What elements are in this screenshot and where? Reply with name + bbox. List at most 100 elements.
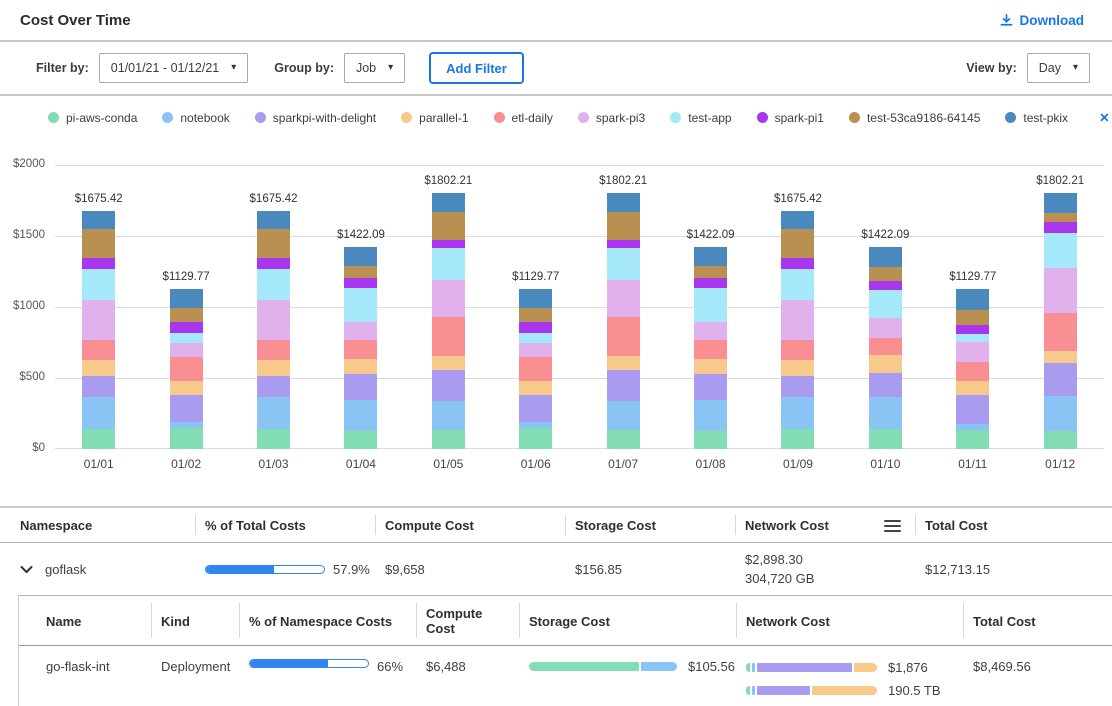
bar-segment-notebook[interactable] [607,401,640,430]
bar-segment-test-53ca9186-64145[interactable] [781,229,814,258]
bar-segment-spark-pi1[interactable] [432,240,465,248]
bar-segment-notebook[interactable] [869,397,902,429]
legend-item-pi-aws-conda[interactable]: pi-aws-conda [48,111,137,125]
bar-segment-test-app[interactable] [344,288,377,322]
bar-segment-etl-daily[interactable] [694,340,727,359]
column-menu-icon[interactable] [884,520,901,532]
bar-segment-test-53ca9186-64145[interactable] [344,266,377,278]
legend-item-test-53ca9186-64145[interactable]: test-53ca9186-64145 [849,111,980,125]
legend-item-sparkpi-with-delight[interactable]: sparkpi-with-delight [255,111,376,125]
legend-item-parallel-1[interactable]: parallel-1 [401,111,468,125]
bar-segment-spark-pi1[interactable] [607,240,640,248]
bar-segment-test-53ca9186-64145[interactable] [869,267,902,281]
bar-segment-parallel-1[interactable] [607,356,640,370]
legend-item-test-pkix[interactable]: test-pkix [1005,111,1068,125]
bar-segment-test-pkix[interactable] [519,289,552,309]
bar-segment-test-app[interactable] [956,334,989,341]
bar-segment-etl-daily[interactable] [82,340,115,360]
bar-segment-etl-daily[interactable] [432,317,465,355]
bar-segment-pi-aws-conda[interactable] [170,428,203,449]
bar-segment-test-pkix[interactable] [344,247,377,266]
table-row-go-flask-int[interactable]: go-flask-int Deployment 66% $6,488 $105.… [19,646,1112,706]
bar-segment-pi-aws-conda[interactable] [956,430,989,449]
bar-segment-sparkpi-with-delight[interactable] [82,376,115,397]
bar-segment-test-pkix[interactable] [956,289,989,311]
bar-segment-spark-pi1[interactable] [82,258,115,269]
bar-segment-spark-pi1[interactable] [344,278,377,288]
bar-segment-pi-aws-conda[interactable] [869,429,902,449]
bar-segment-spark-pi3[interactable] [1044,268,1077,313]
bar-segment-etl-daily[interactable] [607,317,640,355]
legend-item-test-app[interactable]: test-app [670,111,731,125]
bar-segment-pi-aws-conda[interactable] [694,431,727,449]
bar-segment-parallel-1[interactable] [432,356,465,370]
bar-segment-parallel-1[interactable] [956,381,989,395]
bar-segment-etl-daily[interactable] [869,338,902,354]
bar-segment-test-pkix[interactable] [170,289,203,309]
bar-segment-spark-pi3[interactable] [781,300,814,340]
bar-segment-parallel-1[interactable] [781,360,814,376]
bar-segment-spark-pi3[interactable] [432,280,465,317]
bar-segment-notebook[interactable] [694,400,727,430]
expand-chevron-icon[interactable] [20,565,33,574]
bar-segment-sparkpi-with-delight[interactable] [257,376,290,397]
date-range-select[interactable]: 01/01/21 - 01/12/21 ▾ [99,53,248,83]
legend-item-spark-pi3[interactable]: spark-pi3 [578,111,645,125]
bar-segment-pi-aws-conda[interactable] [344,431,377,449]
bar-segment-etl-daily[interactable] [344,340,377,359]
bar-segment-parallel-1[interactable] [519,381,552,395]
bar-segment-test-app[interactable] [432,248,465,280]
bar-segment-test-app[interactable] [869,290,902,318]
bar-01/07[interactable]: $1802.21 [607,193,640,449]
bar-segment-parallel-1[interactable] [82,360,115,376]
bar-segment-spark-pi1[interactable] [257,258,290,269]
bar-segment-test-pkix[interactable] [82,211,115,229]
bar-segment-spark-pi1[interactable] [781,258,814,269]
bar-segment-parallel-1[interactable] [1044,351,1077,363]
add-filter-button[interactable]: Add Filter [429,52,524,84]
bar-segment-sparkpi-with-delight[interactable] [781,376,814,397]
bar-01/01[interactable]: $1675.42 [82,211,115,449]
bar-01/06[interactable]: $1129.77 [519,289,552,449]
bar-segment-sparkpi-with-delight[interactable] [694,374,727,401]
bar-segment-pi-aws-conda[interactable] [607,430,640,449]
bar-01/02[interactable]: $1129.77 [170,289,203,449]
bar-segment-parallel-1[interactable] [344,359,377,374]
download-button[interactable]: Download [993,12,1091,29]
bar-segment-sparkpi-with-delight[interactable] [1044,363,1077,395]
bar-01/10[interactable]: $1422.09 [869,247,902,449]
bar-segment-pi-aws-conda[interactable] [781,429,814,449]
bar-segment-parallel-1[interactable] [257,360,290,376]
bar-segment-spark-pi3[interactable] [607,280,640,317]
bar-segment-test-app[interactable] [257,269,290,300]
bar-segment-test-53ca9186-64145[interactable] [694,266,727,278]
legend-item-etl-daily[interactable]: etl-daily [494,111,553,125]
legend-item-notebook[interactable]: notebook [162,111,229,125]
bar-segment-spark-pi3[interactable] [519,343,552,356]
bar-segment-sparkpi-with-delight[interactable] [344,374,377,401]
bar-segment-etl-daily[interactable] [257,340,290,360]
bar-segment-test-53ca9186-64145[interactable] [607,212,640,240]
bar-segment-parallel-1[interactable] [869,355,902,374]
bar-segment-test-pkix[interactable] [607,193,640,212]
bar-segment-spark-pi1[interactable] [869,281,902,290]
bar-segment-sparkpi-with-delight[interactable] [432,370,465,402]
bar-segment-pi-aws-conda[interactable] [82,429,115,449]
bar-segment-notebook[interactable] [781,397,814,429]
bar-segment-test-53ca9186-64145[interactable] [956,310,989,325]
bar-segment-notebook[interactable] [432,401,465,430]
bar-segment-test-pkix[interactable] [257,211,290,229]
bar-segment-test-app[interactable] [781,269,814,300]
bar-segment-notebook[interactable] [344,400,377,430]
bar-01/12[interactable]: $1802.21 [1044,193,1077,449]
bar-segment-test-app[interactable] [694,288,727,322]
bar-01/05[interactable]: $1802.21 [432,193,465,449]
bar-01/03[interactable]: $1675.42 [257,211,290,449]
bar-segment-test-53ca9186-64145[interactable] [82,229,115,258]
bar-segment-test-app[interactable] [1044,233,1077,268]
bar-segment-spark-pi3[interactable] [956,342,989,363]
bar-01/04[interactable]: $1422.09 [344,247,377,449]
bar-segment-test-app[interactable] [170,333,203,343]
bar-segment-test-53ca9186-64145[interactable] [1044,213,1077,222]
group-by-select[interactable]: Job ▾ [344,53,405,83]
